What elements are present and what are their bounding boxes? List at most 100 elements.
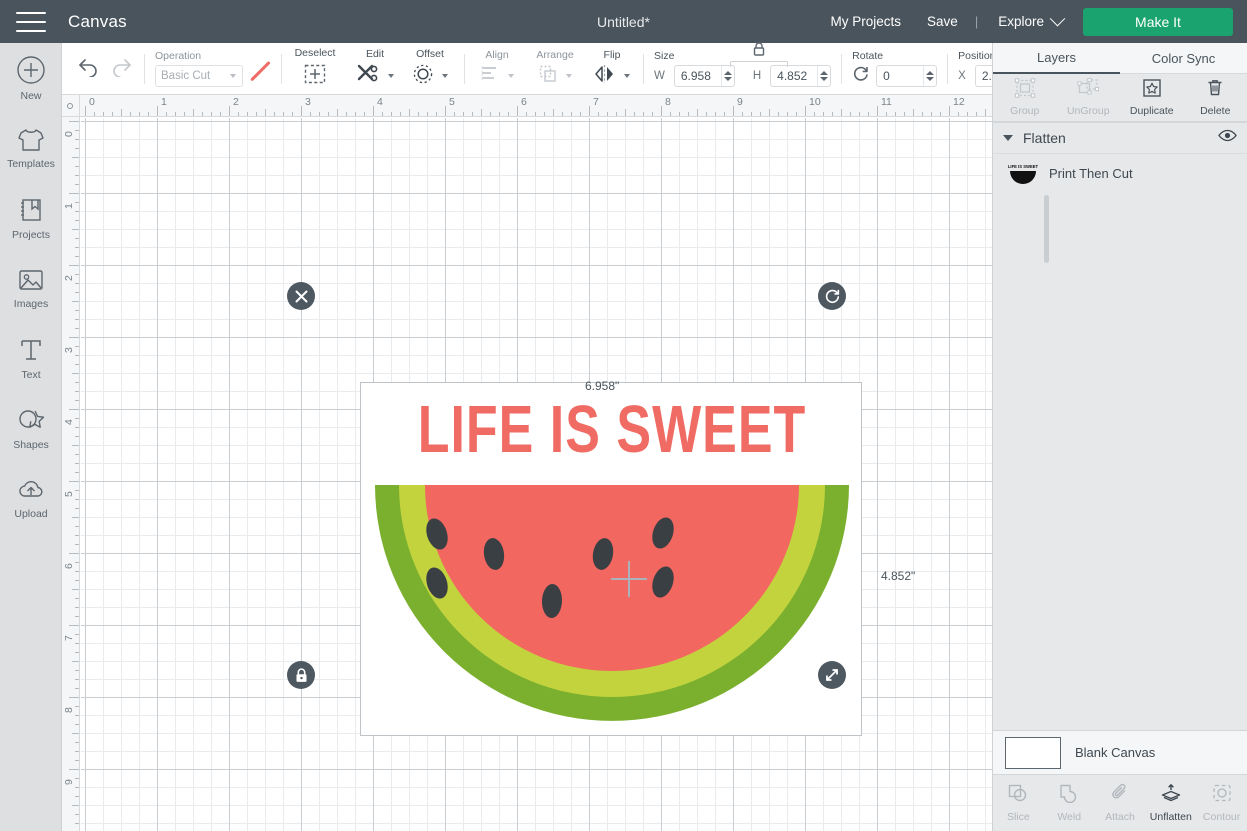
undo-icon[interactable] [76, 55, 102, 82]
ruler-minor-tick [75, 796, 79, 797]
operation-select-wrap[interactable]: Basic Cut [155, 65, 243, 87]
width-stepper[interactable] [720, 66, 734, 86]
rail-item-images[interactable]: Images [0, 253, 62, 323]
ruler-major-tick [661, 106, 662, 116]
rail-label: Images [13, 297, 49, 310]
ruler-minor-tick [382, 112, 383, 116]
chevron-down-icon[interactable] [442, 74, 448, 78]
rotate-stepper[interactable] [923, 66, 936, 86]
width-input[interactable] [674, 69, 721, 83]
ruler-minor-tick [895, 112, 896, 116]
tab-layers[interactable]: Layers [993, 43, 1120, 74]
ruler-minor-tick [75, 778, 79, 779]
height-stepper[interactable] [817, 66, 830, 86]
rail-item-shapes[interactable]: Shapes [0, 393, 62, 463]
group-button[interactable]: Group [993, 74, 1057, 121]
aspect-lock[interactable] [730, 41, 788, 67]
rail-item-text[interactable]: Text [0, 323, 62, 393]
rotate-icon[interactable] [852, 65, 870, 88]
unflatten-label: Unflatten [1149, 811, 1192, 823]
blank-canvas-swatch[interactable] [1005, 736, 1061, 769]
ruler-minor-tick [75, 463, 79, 464]
ruler-minor-tick [760, 112, 761, 116]
rail-item-new[interactable]: New [0, 43, 62, 113]
height-field[interactable] [770, 65, 832, 87]
chevron-down-icon[interactable] [1003, 135, 1013, 141]
width-field[interactable] [673, 65, 735, 87]
save-button[interactable]: Save [914, 14, 971, 29]
ruler-minor-tick [148, 112, 149, 116]
rotate-field[interactable] [876, 65, 938, 87]
machine-label: Explore [998, 14, 1044, 29]
ruler-minor-tick [571, 112, 572, 116]
duplicate-button[interactable]: Duplicate [1120, 74, 1184, 121]
offset-icon[interactable] [412, 63, 434, 90]
rail-item-projects[interactable]: Projects [0, 183, 62, 253]
group-icon [1014, 78, 1036, 103]
ruler-minor-tick [75, 454, 79, 455]
canvas-background-row[interactable]: Blank Canvas [993, 730, 1247, 774]
delete-handle[interactable] [287, 282, 315, 310]
slice-button[interactable]: Slice [993, 775, 1044, 831]
ruler-minor-tick [868, 112, 869, 116]
width-dimension-label: 6.958" [585, 379, 620, 393]
ruler-label: 6 [521, 96, 527, 108]
rotate-handle[interactable] [818, 282, 846, 310]
my-projects-button[interactable]: My Projects [818, 14, 915, 29]
ungroup-icon [1077, 77, 1100, 103]
layer-operations: Slice Weld Attach Unflatten Contour [993, 774, 1247, 831]
rail-label: Shapes [13, 438, 49, 451]
machine-selector[interactable]: Explore [982, 10, 1073, 29]
flip-icon[interactable] [594, 64, 616, 89]
rotate-input[interactable] [877, 69, 924, 83]
unflatten-button[interactable]: Unflatten [1145, 775, 1196, 831]
chevron-down-icon[interactable] [624, 74, 630, 78]
ruler-label: 5 [449, 96, 455, 108]
ruler-label: 9 [737, 96, 743, 108]
ruler-minor-tick [75, 724, 79, 725]
make-it-button[interactable]: Make It [1083, 7, 1233, 36]
rail-item-upload[interactable]: Upload [0, 463, 62, 533]
eye-icon[interactable] [1218, 129, 1237, 147]
tab-color-sync[interactable]: Color Sync [1120, 43, 1247, 74]
contour-button[interactable]: Contour [1196, 775, 1247, 831]
design-grid[interactable]: LIFE IS SWEET 6.958" 4.852" [81, 118, 992, 831]
chevron-down-icon [230, 74, 236, 78]
lock-handle[interactable] [287, 661, 315, 689]
ruler-minor-tick [72, 373, 79, 374]
height-input[interactable] [771, 69, 818, 83]
ruler-minor-tick [481, 109, 482, 116]
ruler-minor-tick [544, 112, 545, 116]
rail-item-templates[interactable]: Templates [0, 113, 62, 183]
ruler-label: 9 [63, 779, 75, 785]
weld-button[interactable]: Weld [1044, 775, 1095, 831]
vertical-ruler: 0 1 2 3 4 5 6 7 8 9 [62, 117, 80, 831]
shirt-icon [16, 127, 46, 153]
redo-icon[interactable] [108, 55, 134, 82]
ruler-minor-tick [75, 706, 79, 707]
layer-group-row[interactable]: Flatten [993, 123, 1247, 154]
ruler-minor-tick [976, 112, 977, 116]
ruler-minor-tick [553, 109, 554, 116]
edit-scissors-icon[interactable] [356, 63, 380, 90]
ruler-minor-tick [75, 580, 79, 581]
deselect-icon[interactable] [303, 62, 327, 91]
line-color-swatch[interactable] [249, 60, 271, 87]
chevron-down-icon[interactable] [388, 74, 394, 78]
ruler-minor-tick [75, 688, 79, 689]
ruler-minor-tick [283, 112, 284, 116]
ruler-minor-tick [75, 679, 79, 680]
resize-handle[interactable] [818, 661, 846, 689]
attach-button[interactable]: Attach [1095, 775, 1146, 831]
ungroup-button[interactable]: UnGroup [1057, 74, 1121, 121]
hamburger-menu-icon[interactable] [16, 11, 46, 32]
lock-icon[interactable] [752, 41, 766, 61]
delete-button[interactable]: Delete [1184, 74, 1247, 121]
vertical-scrollbar[interactable] [1044, 195, 1049, 263]
ruler-minor-tick [202, 112, 203, 116]
layer-row[interactable]: LIFE IS SWEET Print Then Cut [993, 154, 1247, 192]
selected-design-bounds[interactable]: LIFE IS SWEET [360, 382, 862, 736]
ruler-minor-tick [75, 823, 79, 824]
rotation-center-crosshair [611, 561, 647, 597]
origin-circle-icon [67, 103, 73, 109]
